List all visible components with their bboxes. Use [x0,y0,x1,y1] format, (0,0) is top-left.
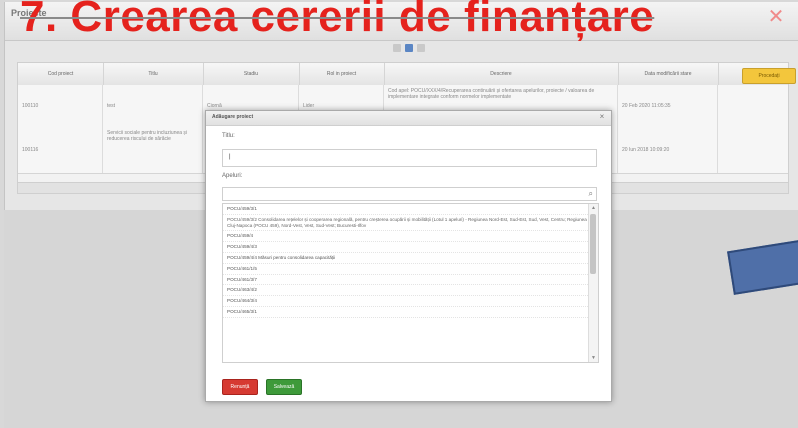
list-item[interactable]: POCU/465/3/1 [223,307,598,318]
list-item[interactable]: POCU/461/3/7 [223,275,598,286]
column-header-title[interactable]: Titlu [103,63,204,85]
action-button[interactable]: Procedați [742,68,796,84]
scroll-down-icon[interactable]: ▼ [589,354,598,362]
list-item[interactable]: POCU/459/4/4 Măsuri pentru consolidarea … [223,253,598,264]
scroll-up-icon[interactable]: ▲ [589,204,598,212]
cell-date: 20 Iun 2018 10:09:20 [618,127,718,173]
title-input[interactable]: | [222,149,597,167]
list-item[interactable]: POCU/464/3/4 [223,296,598,307]
list-scrollbar[interactable]: ▲ ▼ [588,204,598,362]
column-header-date[interactable]: Data modificării stare [618,63,719,85]
list-item[interactable]: POCU/459/4/3 [223,242,598,253]
title-label: Titlu: [222,133,235,139]
scroll-thumb[interactable] [590,214,596,274]
slide-title: 7. Crearea cererii de finanțare [20,0,655,41]
add-project-dialog: Adăugare proiect × Titlu: | Apeluri: ⌕ P… [205,110,612,402]
calls-list[interactable]: POCU/459/3/1 POCU/459/3/2 Consolidarea r… [222,203,599,363]
export-icon[interactable] [417,44,425,52]
column-header-stage[interactable]: Stadiu [203,63,300,85]
list-item[interactable]: POCU/459/4 [223,231,598,243]
list-item[interactable]: POCU/463/4/2 [223,285,598,297]
list-item[interactable]: POCU/459/3/1 [223,204,598,215]
close-icon[interactable]: × [597,112,607,122]
calls-label: Apeluri: [222,173,243,179]
dialog-header: Adăugare proiect × [206,111,611,126]
dialog-title: Adăugare proiect [212,114,254,120]
search-icon[interactable]: ⌕ [589,189,593,199]
table-header: Cod proiect Titlu Stadiu Rol in proiect … [18,63,796,86]
cell-date: 20 Feb 2020 11:05:35 [618,85,718,127]
grid-view-icon[interactable] [405,44,413,52]
cell-code: 100110 [18,85,103,127]
toolbar [393,44,443,54]
list-item[interactable]: POCU/461/1/5 [223,264,598,275]
filter-icon[interactable] [393,44,401,52]
list-item[interactable]: POCU/459/3/2 Consolidarea rețelelor și c… [223,215,598,232]
cell-title: Servicii sociale pentru incluziunea și r… [103,127,203,173]
column-header-role[interactable]: Rol in proiect [299,63,385,85]
cell-code: 100116 [18,127,103,173]
cell-title: test [103,85,203,127]
column-header-description[interactable]: Descriere [384,63,619,85]
save-button[interactable]: Salvează [266,379,302,395]
calls-search-input[interactable]: ⌕ [222,187,597,201]
cancel-button[interactable]: Renunță [222,379,258,395]
close-icon[interactable]: ✕ [767,7,785,27]
column-header-code[interactable]: Cod proiect [18,63,104,85]
